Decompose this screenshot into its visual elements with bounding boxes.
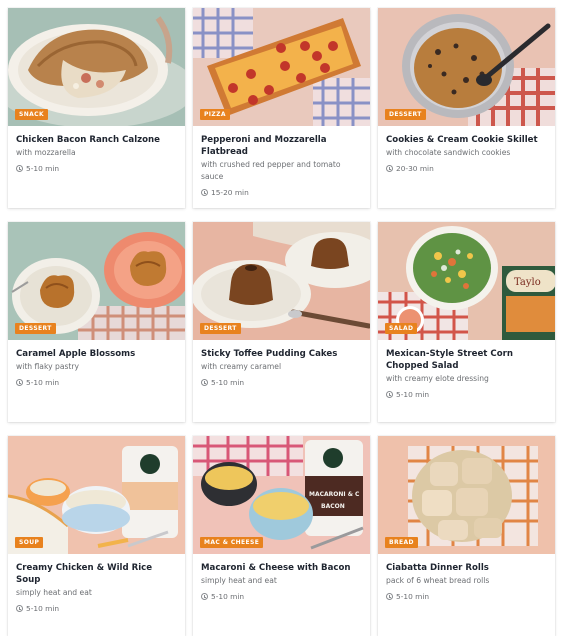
recipe-grid: SNACK Chicken Bacon Ranch Calzone with m…	[8, 8, 555, 636]
svg-text:Taylo: Taylo	[514, 277, 541, 288]
recipe-title[interactable]: Creamy Chicken & Wild Rice Soup	[16, 562, 177, 586]
clock-icon	[386, 165, 393, 172]
cookie-skillet-photo[interactable]: DESSERT	[378, 8, 555, 126]
prep-time: 5-10 min	[386, 592, 547, 601]
clock-icon	[16, 165, 23, 172]
prep-time-label: 5-10 min	[26, 604, 60, 613]
recipe-subtitle: with chocolate sandwich cookies	[386, 148, 511, 157]
clock-icon	[16, 605, 23, 612]
prep-time-label: 5-10 min	[211, 592, 245, 601]
recipe-card[interactable]: SNACK Chicken Bacon Ranch Calzone with m…	[8, 8, 185, 208]
svg-text:BACON: BACON	[321, 503, 345, 510]
clock-icon	[201, 379, 208, 386]
recipe-title[interactable]: Caramel Apple Blossoms	[16, 348, 177, 360]
recipe-subtitle: with creamy elote dressing	[386, 374, 489, 383]
category-badge: MAC & CHEESE	[200, 537, 264, 548]
clock-icon	[201, 189, 208, 196]
clock-icon	[386, 593, 393, 600]
wild-rice-soup-photo[interactable]: SOUP	[8, 436, 185, 554]
prep-time-label: 20-30 min	[396, 164, 434, 173]
flatbread-photo[interactable]: PIZZA	[193, 8, 370, 126]
recipe-card[interactable]: MACARONI & C BACON MAC & CHEESE Macaroni…	[193, 436, 370, 636]
prep-time-label: 5-10 min	[211, 378, 245, 387]
prep-time: 15-20 min	[201, 188, 362, 197]
recipe-title[interactable]: Sticky Toffee Pudding Cakes	[201, 348, 362, 360]
clock-icon	[386, 391, 393, 398]
recipe-subtitle: with flaky pastry	[16, 362, 80, 371]
recipe-title[interactable]: Ciabatta Dinner Rolls	[386, 562, 547, 574]
category-badge: SALAD	[385, 323, 418, 334]
recipe-subtitle: with creamy caramel	[201, 362, 282, 371]
prep-time-label: 5-10 min	[26, 164, 60, 173]
category-badge: BREAD	[385, 537, 418, 548]
recipe-card[interactable]: Taylo SALAD Mexican-Style Street Corn Ch…	[378, 222, 555, 422]
corn-salad-photo[interactable]: Taylo SALAD	[378, 222, 555, 340]
prep-time-label: 5-10 min	[396, 390, 430, 399]
category-badge: DESSERT	[385, 109, 426, 120]
calzone-photo[interactable]: SNACK	[8, 8, 185, 126]
clock-icon	[201, 593, 208, 600]
category-badge: SOUP	[15, 537, 44, 548]
category-badge: DESSERT	[200, 323, 241, 334]
prep-time: 5-10 min	[16, 378, 177, 387]
prep-time: 20-30 min	[386, 164, 547, 173]
prep-time-label: 5-10 min	[396, 592, 430, 601]
recipe-subtitle: simply heat and eat	[201, 576, 277, 585]
recipe-title[interactable]: Cookies & Cream Cookie Skillet	[386, 134, 547, 146]
recipe-title[interactable]: Chicken Bacon Ranch Calzone	[16, 134, 177, 146]
category-badge: PIZZA	[200, 109, 230, 120]
category-badge: DESSERT	[15, 323, 56, 334]
prep-time-label: 15-20 min	[211, 188, 249, 197]
recipe-subtitle: with crushed red pepper and tomato sauce	[201, 160, 341, 181]
recipe-card[interactable]: DESSERT Sticky Toffee Pudding Cakes with…	[193, 222, 370, 422]
ciabatta-rolls-photo[interactable]: BREAD	[378, 436, 555, 554]
prep-time: 5-10 min	[16, 164, 177, 173]
clock-icon	[16, 379, 23, 386]
prep-time-label: 5-10 min	[26, 378, 60, 387]
apple-blossoms-photo[interactable]: DESSERT	[8, 222, 185, 340]
mac-cheese-photo[interactable]: MACARONI & C BACON MAC & CHEESE	[193, 436, 370, 554]
recipe-title[interactable]: Mexican-Style Street Corn Chopped Salad	[386, 348, 547, 372]
recipe-card[interactable]: SOUP Creamy Chicken & Wild Rice Soup sim…	[8, 436, 185, 636]
recipe-card[interactable]: DESSERT Cookies & Cream Cookie Skillet w…	[378, 8, 555, 208]
prep-time: 5-10 min	[201, 592, 362, 601]
recipe-title[interactable]: Macaroni & Cheese with Bacon	[201, 562, 362, 574]
prep-time: 5-10 min	[201, 378, 362, 387]
category-badge: SNACK	[15, 109, 49, 120]
recipe-card[interactable]: BREAD Ciabatta Dinner Rolls pack of 6 wh…	[378, 436, 555, 636]
svg-text:MACARONI & C: MACARONI & C	[309, 491, 360, 498]
recipe-subtitle: pack of 6 wheat bread rolls	[386, 576, 490, 585]
recipe-card[interactable]: DESSERT Caramel Apple Blossoms with flak…	[8, 222, 185, 422]
prep-time: 5-10 min	[16, 604, 177, 613]
prep-time: 5-10 min	[386, 390, 547, 399]
toffee-cakes-photo[interactable]: DESSERT	[193, 222, 370, 340]
recipe-subtitle: with mozzarella	[16, 148, 76, 157]
recipe-title[interactable]: Pepperoni and Mozzarella Flatbread	[201, 134, 362, 158]
recipe-subtitle: simply heat and eat	[16, 588, 92, 597]
recipe-card[interactable]: PIZZA Pepperoni and Mozzarella Flatbread…	[193, 8, 370, 208]
